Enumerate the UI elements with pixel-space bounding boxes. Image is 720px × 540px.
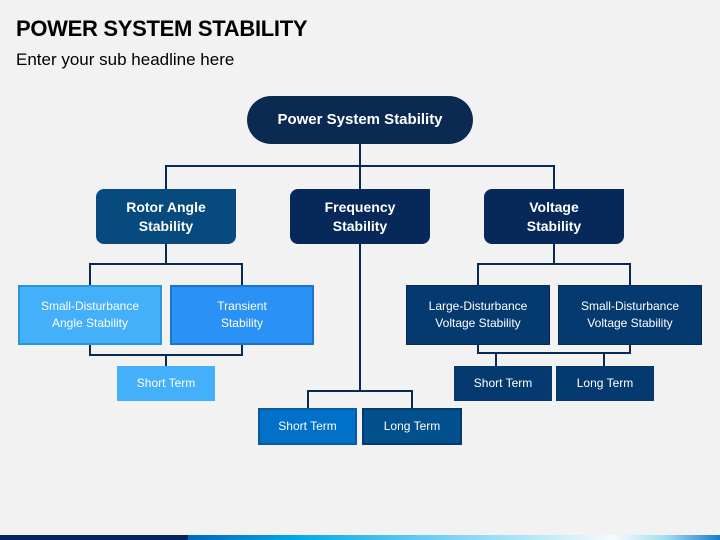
node-label-line2: Stability [138,217,194,234]
root-label: Power System Stability [277,111,443,129]
node-label-line2: Stability [220,316,263,330]
node-label-line1: Small-Disturbance [580,299,680,314]
node-small-disturbance-angle-stability: Small-Disturbance Angle Stability [18,285,162,345]
footer-bar-dark [0,535,188,540]
node-rotor-angle-stability: Rotor Angle Stability [96,189,236,244]
node-small-disturbance-voltage-stability: Small-Disturbance Voltage Stability [558,285,702,345]
node-label-line2: Voltage Stability [435,316,521,330]
node-label-line1: Rotor Angle [126,199,206,216]
node-voltage-short-term: Short Term [454,366,552,401]
node-voltage-long-term: Long Term [556,366,654,401]
footer-bar-gradient [188,535,720,540]
node-transient-stability: Transient Stability [170,285,314,345]
node-frequency-long-term: Long Term [362,408,462,445]
node-label-line2: Stability [526,217,582,234]
term-label: Short Term [278,419,337,434]
node-label-line1: Small-Disturbance [40,299,140,314]
node-label-line1: Frequency [324,199,396,216]
term-label: Short Term [136,376,196,391]
node-label-line1: Large-Disturbance [428,299,528,314]
node-voltage-stability: Voltage Stability [484,189,624,244]
node-rotor-short-term: Short Term [117,366,215,401]
node-label-line2: Voltage Stability [587,316,673,330]
node-frequency-stability: Frequency Stability [290,189,430,244]
node-label-line2: Angle Stability [51,316,129,330]
page-title: POWER SYSTEM STABILITY [16,16,308,41]
node-label-line1: Transient [217,299,267,314]
term-label: Short Term [473,376,533,391]
node-large-disturbance-voltage-stability: Large-Disturbance Voltage Stability [406,285,550,345]
term-label: Long Term [383,419,441,434]
root-node-power-system-stability: Power System Stability [247,96,473,144]
node-label-line1: Voltage [529,199,579,216]
page-subtitle: Enter your sub headline here [16,50,235,69]
node-label-line2: Stability [332,217,388,234]
node-frequency-short-term: Short Term [258,408,357,445]
term-label: Long Term [576,376,634,391]
